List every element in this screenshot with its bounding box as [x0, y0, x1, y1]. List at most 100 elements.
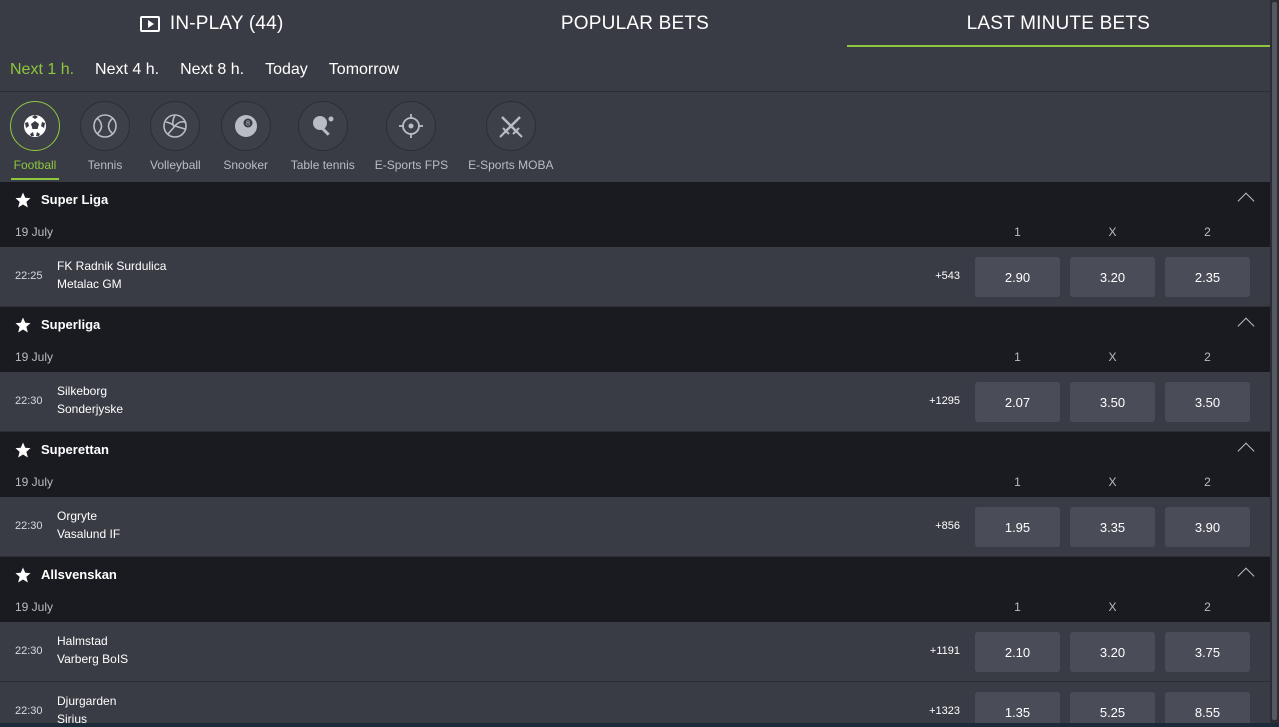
betting-panel: IN-PLAY (44) POPULAR BETS LAST MINUTE BETS… — [0, 0, 1270, 723]
top-tabs: IN-PLAY (44) POPULAR BETS LAST MINUTE BETS — [0, 0, 1270, 48]
league-name: Superettan — [41, 442, 109, 457]
column-header-x: X — [1108, 225, 1117, 239]
column-header-1: 1 — [1014, 475, 1021, 489]
home-team: Djurgarden — [57, 694, 117, 708]
table-tennis-icon — [310, 113, 336, 139]
date-row: 19 July 1 X 2 — [0, 467, 1270, 497]
date-row: 19 July 1 X 2 — [0, 342, 1270, 372]
league-header[interactable]: Super Liga — [0, 182, 1270, 217]
column-header-x: X — [1108, 600, 1117, 614]
match-date: 19 July — [15, 350, 54, 364]
league-header[interactable]: Superettan — [0, 432, 1270, 467]
sport-label: Snooker — [223, 158, 269, 172]
sport-table-tennis[interactable]: Table tennis — [291, 101, 355, 172]
away-team: Sonderjyske — [57, 402, 124, 416]
sport-label: Tennis — [87, 158, 123, 172]
sport-circle — [485, 101, 536, 151]
chevron-up-icon[interactable] — [1237, 192, 1255, 210]
odd-button-x[interactable]: 5.25 — [1070, 692, 1155, 723]
leagues-list: Super Liga 19 July 1 X 2 22:25 FK Radnik Surdu… — [0, 182, 1270, 723]
tab-last-minute-bets[interactable]: LAST MINUTE BETS — [846, 0, 1270, 48]
home-team: Silkeborg — [57, 384, 108, 398]
time-filter-tomorrow[interactable]: Tomorrow — [329, 61, 399, 79]
match-row[interactable]: 22:30 Djurgarden Sirius +1323 1.35 5.25 8.55 — [0, 682, 1270, 723]
more-markets-count[interactable]: +856 — [935, 520, 960, 532]
league-header[interactable]: Superliga — [0, 307, 1270, 342]
scrollbar-thumb[interactable] — [1272, 2, 1277, 720]
odd-button-1[interactable]: 2.07 — [975, 382, 1060, 422]
chevron-up-icon[interactable] — [1237, 442, 1255, 460]
sport-tennis[interactable]: Tennis — [80, 101, 130, 172]
tab-in-play[interactable]: IN-PLAY (44) — [0, 0, 423, 48]
sport-e-sports-fps[interactable]: E-Sports FPS — [375, 101, 448, 172]
star-icon[interactable] — [14, 441, 32, 459]
chevron-up-icon[interactable] — [1237, 567, 1255, 585]
more-markets-count[interactable]: +543 — [935, 270, 960, 282]
sport-volleyball[interactable]: Volleyball — [150, 101, 201, 172]
home-team: Orgryte — [57, 509, 98, 523]
match-row[interactable]: 22:30 Halmstad Varberg BoIS +1191 2.10 3.20 3.… — [0, 622, 1270, 682]
time-filter-next-8-h[interactable]: Next 8 h. — [180, 61, 244, 79]
odd-button-x[interactable]: 3.35 — [1070, 507, 1155, 547]
odd-button-2[interactable]: 3.75 — [1165, 632, 1250, 672]
tab-popular-bets[interactable]: POPULAR BETS — [423, 0, 846, 48]
more-markets-count[interactable]: +1323 — [929, 705, 960, 717]
bottom-strip — [0, 723, 1279, 727]
sport-label: E-Sports FPS — [374, 158, 449, 172]
sport-e-sports-moba[interactable]: E-Sports MOBA — [468, 101, 553, 172]
odd-button-2[interactable]: 3.50 — [1165, 382, 1250, 422]
sport-label: Football — [13, 158, 57, 172]
football-icon — [22, 113, 48, 139]
sport-label: E-Sports MOBA — [468, 158, 554, 172]
odd-button-1[interactable]: 1.95 — [975, 507, 1060, 547]
league-header[interactable]: Allsvenskan — [0, 557, 1270, 592]
odd-button-x[interactable]: 3.20 — [1070, 257, 1155, 297]
league-name: Superliga — [41, 317, 101, 332]
star-icon[interactable] — [14, 316, 32, 334]
odd-button-1[interactable]: 2.10 — [975, 632, 1060, 672]
more-markets-count[interactable]: +1295 — [929, 395, 960, 407]
match-date: 19 July — [15, 225, 54, 239]
sport-football[interactable]: Football — [10, 101, 60, 180]
match-row[interactable]: 22:30 Silkeborg Sonderjyske +1295 2.07 3.50 3.… — [0, 372, 1270, 432]
away-team: Vasalund IF — [57, 527, 121, 541]
date-row: 19 July 1 X 2 — [0, 592, 1270, 622]
time-filters: Next 1 h. Next 4 h. Next 8 h. Today Tomorrow — [0, 48, 1270, 92]
time-filter-next-4-h[interactable]: Next 4 h. — [95, 61, 159, 79]
sport-active-underline — [11, 178, 59, 180]
sport-circle — [297, 101, 348, 151]
more-markets-count[interactable]: +1191 — [930, 645, 960, 657]
star-icon[interactable] — [14, 191, 32, 209]
match-date: 19 July — [15, 475, 54, 489]
league-name: Allsvenskan — [41, 567, 117, 582]
match-row[interactable]: 22:25 FK Radnik Surdulica Metalac GM +543 2.… — [0, 247, 1270, 307]
column-header-x: X — [1108, 475, 1117, 489]
column-header-x: X — [1108, 350, 1117, 364]
odd-button-2[interactable]: 8.55 — [1165, 692, 1250, 723]
tab-label: LAST MINUTE BETS — [966, 13, 1151, 34]
home-team: FK Radnik Surdulica — [57, 259, 167, 273]
away-team: Metalac GM — [57, 277, 122, 291]
odd-button-x[interactable]: 3.20 — [1070, 632, 1155, 672]
match-time: 22:30 — [15, 395, 43, 407]
odd-button-x[interactable]: 3.50 — [1070, 382, 1155, 422]
sport-snooker[interactable]: 8 Snooker — [220, 101, 271, 172]
scrollbar[interactable] — [1270, 0, 1279, 723]
time-filter-today[interactable]: Today — [265, 61, 308, 79]
chevron-up-icon[interactable] — [1237, 317, 1255, 335]
odd-button-1[interactable]: 2.90 — [975, 257, 1060, 297]
column-header-1: 1 — [1014, 350, 1021, 364]
sport-label: Table tennis — [290, 158, 355, 172]
odd-button-2[interactable]: 3.90 — [1165, 507, 1250, 547]
sport-circle — [150, 101, 201, 151]
star-icon[interactable] — [14, 566, 32, 584]
sport-circle — [386, 101, 437, 151]
odd-button-2[interactable]: 2.35 — [1165, 257, 1250, 297]
time-filter-next-1-h[interactable]: Next 1 h. — [10, 61, 74, 79]
home-team: Halmstad — [57, 634, 108, 648]
column-header-2: 2 — [1204, 350, 1211, 364]
match-row[interactable]: 22:30 Orgryte Vasalund IF +856 1.95 3.35 3.90 — [0, 497, 1270, 557]
odd-button-1[interactable]: 1.35 — [975, 692, 1060, 723]
match-date: 19 July — [15, 600, 54, 614]
away-team: Sirius — [57, 712, 88, 723]
